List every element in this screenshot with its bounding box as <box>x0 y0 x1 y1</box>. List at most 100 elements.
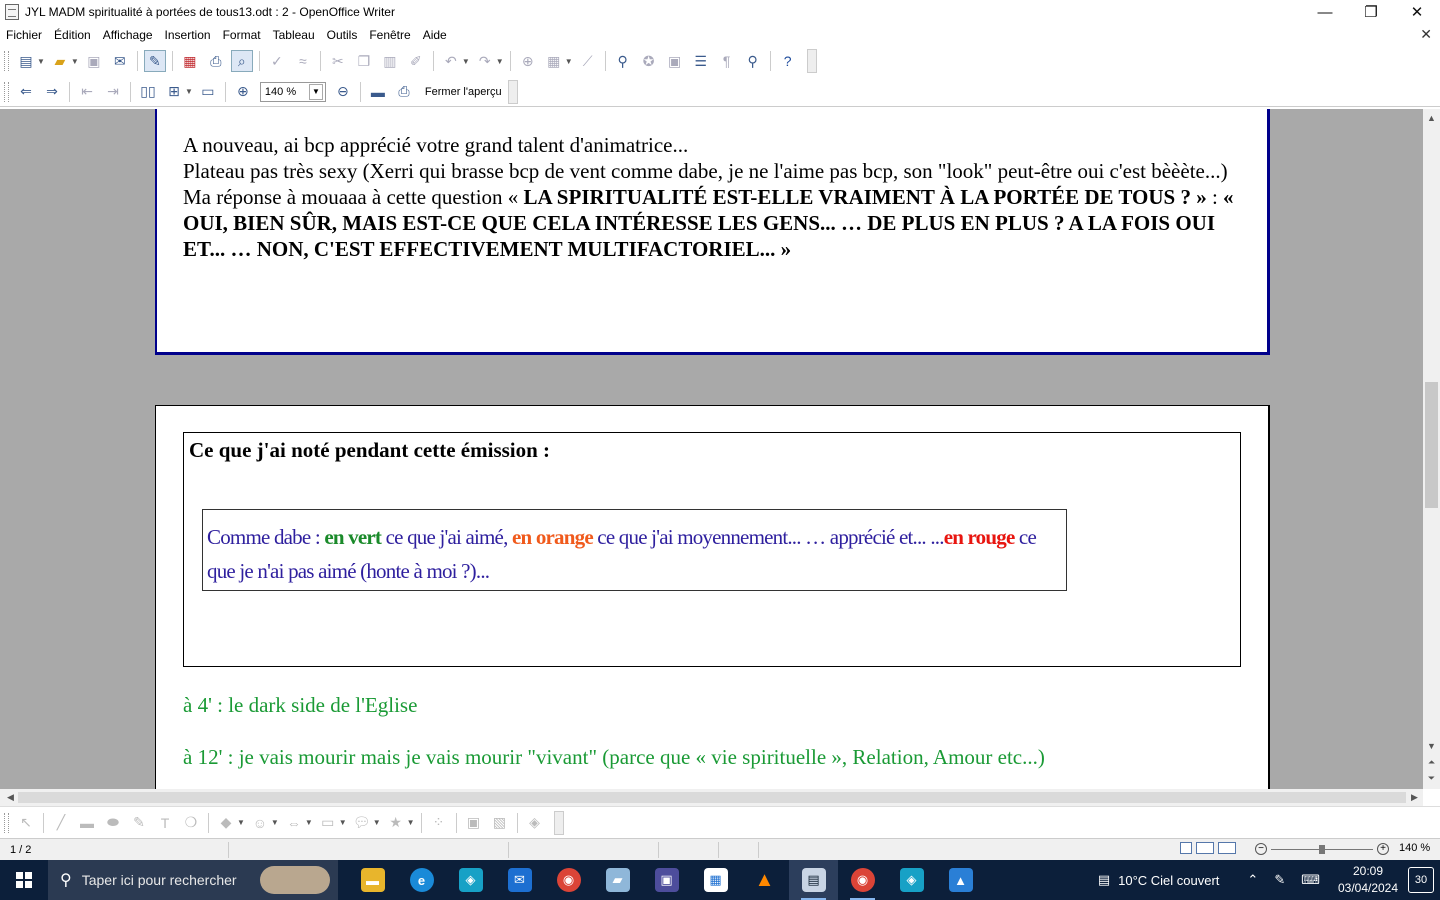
page-preview-icon[interactable]: ⌕ <box>230 50 253 72</box>
zoom-plus-icon[interactable]: + <box>1377 843 1389 855</box>
weather-widget[interactable]: ▤ 10°C Ciel couvert <box>1098 872 1220 888</box>
close-document-icon[interactable]: ✕ <box>1420 26 1432 43</box>
help-icon[interactable]: ? <box>777 50 799 72</box>
rectangle-icon[interactable]: ▬ <box>76 812 98 834</box>
menu-insertion[interactable]: Insertion <box>159 28 217 42</box>
flowchart-icon[interactable]: ▭ <box>317 812 339 834</box>
zoom-slider-track[interactable] <box>1271 844 1373 854</box>
scroll-left-icon[interactable]: ◀ <box>2 789 19 806</box>
new-document-icon[interactable]: ▤ <box>15 50 37 72</box>
menu-fenetre[interactable]: Fenêtre <box>363 28 416 42</box>
callout-shapes-icon[interactable]: 💬︎ <box>351 812 373 834</box>
symbol-shapes-icon[interactable]: ☺ <box>249 812 271 834</box>
vlc-app[interactable]: ▲ <box>740 860 789 900</box>
callouts-icon[interactable]: ❍ <box>180 812 202 834</box>
open-dropdown-arrow[interactable]: ▼ <box>71 57 79 66</box>
zoom-slider-knob[interactable] <box>1319 844 1325 854</box>
menu-format[interactable]: Format <box>217 28 267 42</box>
print-preview-icon[interactable]: ⎙ <box>393 81 415 103</box>
show-draw-functions-icon[interactable]: ⟋ <box>577 50 599 72</box>
two-pages-icon[interactable]: ▯▯ <box>137 81 159 103</box>
menu-outils[interactable]: Outils <box>321 28 364 42</box>
toolbar-grip[interactable] <box>4 51 9 71</box>
zoom-percentage[interactable]: 140 % <box>1399 842 1430 854</box>
fontwork-icon[interactable]: ▣ <box>463 812 485 834</box>
clone-formatting-icon[interactable]: ✐ <box>405 50 427 72</box>
paste-icon[interactable]: ▥ <box>379 50 401 72</box>
toolbar-overflow[interactable] <box>553 810 564 835</box>
stars-dropdown-arrow[interactable]: ▼ <box>407 818 415 827</box>
mail-app[interactable]: ✉ <box>495 860 544 900</box>
find-replace-icon[interactable]: ⚲ <box>612 50 634 72</box>
formatting-marks-icon[interactable]: ¶ <box>716 50 738 72</box>
email-icon[interactable]: ✉ <box>109 50 131 72</box>
book-preview-icon[interactable]: ▭ <box>197 81 219 103</box>
document-area[interactable]: A nouveau, ai bcp apprécié votre grand t… <box>0 109 1423 789</box>
from-file-icon[interactable]: ▧ <box>489 812 511 834</box>
cut-icon[interactable]: ✂ <box>327 50 349 72</box>
notifications-button[interactable]: 30 <box>1408 867 1434 893</box>
full-screen-icon[interactable]: ▬ <box>367 81 389 103</box>
chevron-up-icon[interactable]: ⌃ <box>1247 872 1258 888</box>
chrome-app-2[interactable]: ◉ <box>838 860 887 900</box>
scroll-right-icon[interactable]: ▶ <box>1406 789 1423 806</box>
scroll-down-icon[interactable]: ▼ <box>1423 739 1440 753</box>
points-icon[interactable]: ⁘ <box>428 812 450 834</box>
previous-page-scroll-icon[interactable]: ⏶ <box>1423 755 1440 769</box>
vertical-scroll-thumb[interactable] <box>1425 382 1438 508</box>
zoom-select[interactable]: 140 % ▼ <box>259 81 326 102</box>
book-view-icon[interactable] <box>1218 842 1236 854</box>
last-page-icon[interactable]: ⇥ <box>102 81 124 103</box>
zoom-in-icon[interactable]: ⊕ <box>232 81 254 103</box>
data-sources-icon[interactable]: ☰ <box>690 50 712 72</box>
symbol-shapes-dropdown-arrow[interactable]: ▼ <box>271 818 279 827</box>
chrome-app[interactable]: ◉ <box>544 860 593 900</box>
toolbar-overflow[interactable] <box>806 49 817 73</box>
clock[interactable]: 20:09 03/04/2024 <box>1328 863 1408 897</box>
callout-shapes-dropdown-arrow[interactable]: ▼ <box>373 818 381 827</box>
menu-fichier[interactable]: Fichier <box>0 28 48 42</box>
photos-app[interactable]: ▲ <box>936 860 985 900</box>
toolbar-grip[interactable] <box>4 81 9 102</box>
menu-affichage[interactable]: Affichage <box>97 28 159 42</box>
stars-icon[interactable]: ★ <box>385 812 407 834</box>
hyperlink-icon[interactable]: ⊕ <box>517 50 539 72</box>
undo-icon[interactable]: ↶ <box>440 50 462 72</box>
zoom-out-icon[interactable]: ⊖ <box>332 81 354 103</box>
scroll-up-icon[interactable]: ▲ <box>1423 111 1440 125</box>
block-arrows-icon[interactable]: ⇔ <box>283 812 305 834</box>
zoom-minus-icon[interactable]: − <box>1255 843 1267 855</box>
store-app[interactable]: ▦ <box>691 860 740 900</box>
gallery-icon[interactable]: ▣ <box>664 50 686 72</box>
table-dropdown-arrow[interactable]: ▼ <box>565 57 573 66</box>
redo-dropdown-arrow[interactable]: ▼ <box>496 57 504 66</box>
redo-icon[interactable]: ↷ <box>474 50 496 72</box>
next-page-scroll-icon[interactable]: ⏷ <box>1423 771 1440 785</box>
line-icon[interactable]: ╱ <box>50 812 72 834</box>
select-icon[interactable]: ↖ <box>15 812 37 834</box>
toolbar-overflow[interactable] <box>507 79 518 104</box>
flowchart-dropdown-arrow[interactable]: ▼ <box>339 818 347 827</box>
chevron-down-icon[interactable]: ▼ <box>308 83 323 100</box>
maximize-button[interactable]: ❐ <box>1348 0 1394 24</box>
pen-icon[interactable]: ✎ <box>1274 872 1285 888</box>
export-pdf-icon[interactable]: ▦ <box>179 50 201 72</box>
new-dropdown-arrow[interactable]: ▼ <box>37 57 45 66</box>
basic-shapes-dropdown-arrow[interactable]: ▼ <box>237 818 245 827</box>
horizontal-scrollbar[interactable]: ◀ ▶ <box>0 789 1423 806</box>
extrusion-icon[interactable]: ◈ <box>524 812 546 834</box>
file-explorer-app[interactable]: ▬ <box>348 860 397 900</box>
print-icon[interactable]: ⎙ <box>205 50 227 72</box>
menu-aide[interactable]: Aide <box>417 28 453 42</box>
horizontal-scroll-thumb[interactable] <box>18 792 1406 803</box>
toolbar-grip[interactable] <box>4 812 9 833</box>
start-button[interactable] <box>0 860 48 900</box>
edit-mode-icon[interactable]: ✎ <box>143 50 166 72</box>
first-page-icon[interactable]: ⇤ <box>76 81 98 103</box>
undo-dropdown-arrow[interactable]: ▼ <box>462 57 470 66</box>
single-page-view-icon[interactable] <box>1180 842 1192 854</box>
menu-edition[interactable]: Édition <box>48 28 97 42</box>
save-icon[interactable]: ▣ <box>83 50 105 72</box>
open-folder-icon[interactable]: ▰ <box>49 50 71 72</box>
navigator-icon[interactable]: ✪ <box>638 50 660 72</box>
